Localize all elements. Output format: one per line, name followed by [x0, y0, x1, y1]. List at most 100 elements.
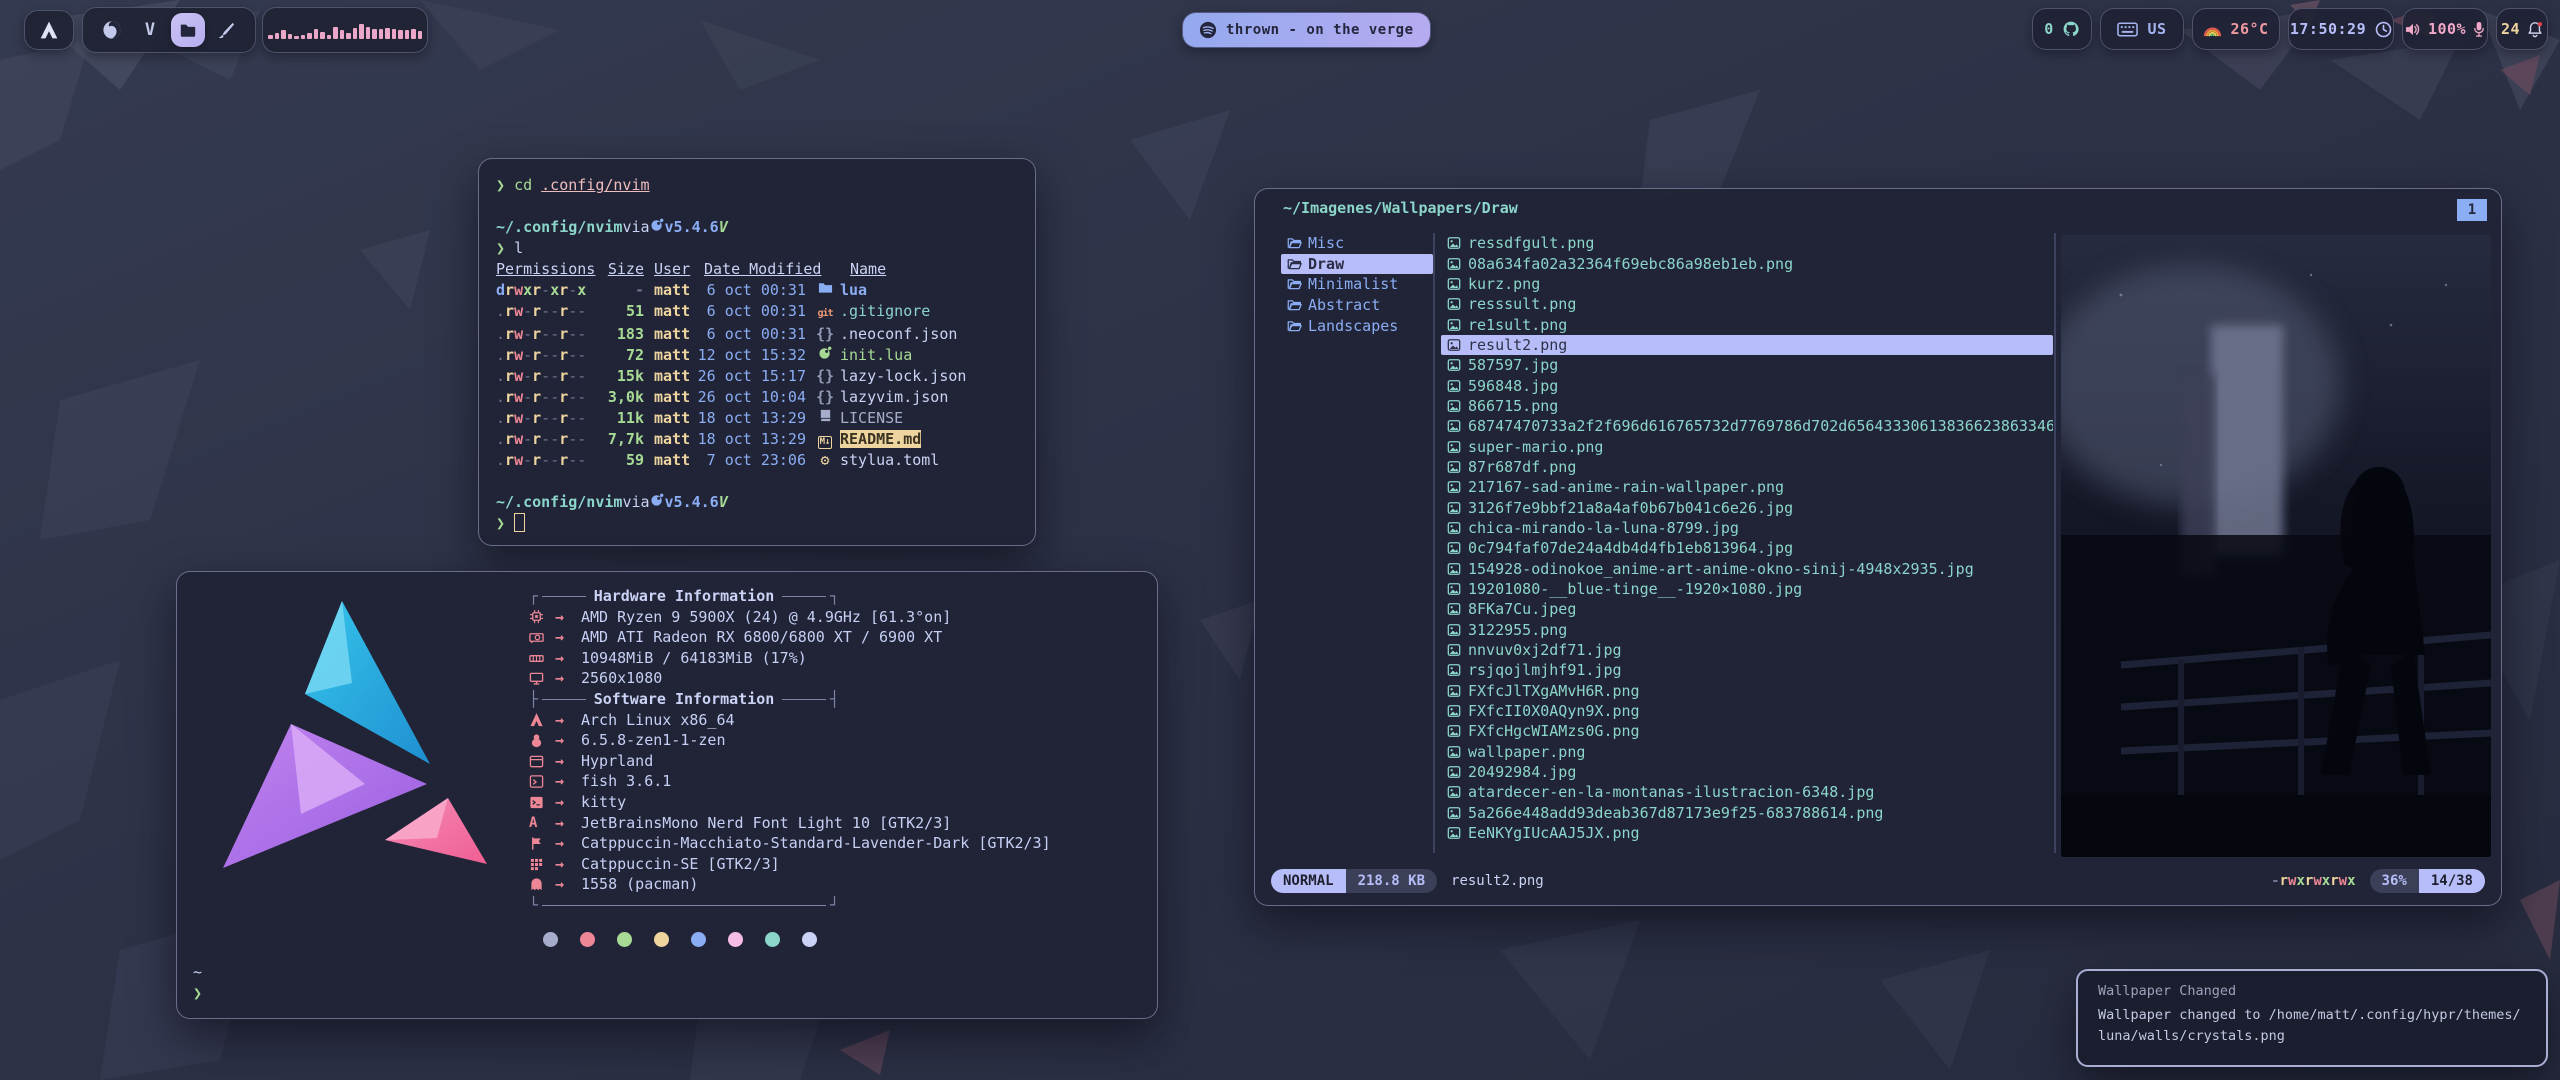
visualizer-bar [385, 28, 390, 39]
file-row[interactable]: 5a266e448add93deab367d87173e9f25-6837886… [1441, 803, 2053, 823]
file-row[interactable]: 19201080-__blue-tinge__-1920×1080.jpg [1441, 579, 2053, 599]
file-row[interactable]: 8FKa7Cu.jpeg [1441, 599, 2053, 619]
clock-widget[interactable]: 17:50:29 [2288, 8, 2394, 50]
kernel-tux-icon [529, 733, 544, 748]
file-row[interactable]: 154928-odinokoe_anime-art-anime-okno-sin… [1441, 559, 2053, 579]
lua-moon-icon [650, 492, 665, 507]
image-file-icon [1447, 623, 1461, 637]
file-row[interactable]: 3126f7e9bbf21a8a4af0b67b041c6e26.jpg [1441, 497, 2053, 517]
file-row[interactable]: nnvuv0xj2df71.jpg [1441, 640, 2053, 660]
file-name: .neoconf.json [840, 324, 957, 345]
file-name: LICENSE [840, 408, 903, 429]
file-name: README.md [840, 429, 921, 450]
sidebar-folder-draw[interactable]: Draw [1281, 254, 1433, 275]
notification-toast[interactable]: Wallpaper Changed Wallpaper changed to /… [2076, 969, 2548, 1067]
arch-linux-icon [529, 712, 544, 727]
image-file-icon [1447, 541, 1461, 555]
visualizer-bar [411, 29, 416, 39]
file-row[interactable]: FXfcHgcWIAMzs0G.png [1441, 721, 2053, 741]
file-row[interactable]: rsjqojlmjhf91.jpg [1441, 660, 2053, 680]
image-file-icon [1447, 358, 1461, 372]
image-file-icon [1447, 379, 1461, 393]
pane-divider [2054, 233, 2056, 853]
file-row[interactable]: 20492984.jpg [1441, 762, 2053, 782]
listing-header: PermissionsSizeUserDate ModifiedName [496, 259, 1025, 280]
image-file-icon [1447, 745, 1461, 759]
sidebar-folder-landscapes[interactable]: Landscapes [1281, 315, 1433, 336]
visualizer-bar [366, 27, 371, 39]
file-name: 587597.jpg [1468, 356, 1558, 374]
notifications-widget[interactable]: 24 [2496, 8, 2548, 50]
clock-time: 17:50:29 [2290, 20, 2366, 38]
file-row[interactable]: 08a634fa02a32364f69ebc86a98eb1eb.png [1441, 253, 2053, 273]
file-name: result2.png [1468, 336, 1567, 354]
music-player-widget[interactable]: thrown - on the verge [1182, 12, 1431, 48]
file-name: EeNKYgIUcAAJ5JX.png [1468, 824, 1640, 842]
file-name: 08a634fa02a32364f69ebc86a98eb1eb.png [1468, 255, 1793, 273]
image-file-icon [1447, 826, 1461, 840]
info-row: →Arch Linux x86_64 [529, 710, 1051, 731]
file-row[interactable]: resssult.png [1441, 294, 2053, 314]
file-name: 3122955.png [1468, 621, 1567, 639]
speaker-icon [2405, 22, 2421, 37]
info-row: →2560x1080 [529, 668, 1051, 689]
status-bar: NORMAL 218.8 KB result2.png -rwxrwxrwx 3… [1255, 869, 2501, 893]
audio-widget[interactable]: 100% [2402, 8, 2488, 50]
github-count: 0 [2044, 20, 2054, 38]
info-value: Arch Linux x86_64 [581, 710, 735, 731]
unread-dot [2538, 22, 2542, 26]
file-row[interactable]: wallpaper.png [1441, 742, 2053, 762]
file-row[interactable]: re1sult.png [1441, 314, 2053, 334]
workspace-firefox[interactable] [95, 13, 129, 47]
file-row[interactable]: atardecer-en-la-montanas-ilustracion-634… [1441, 782, 2053, 802]
file-row[interactable]: 0c794faf07de24a4db4d4fb1eb813964.jpg [1441, 538, 2053, 558]
file-name: lazy-lock.json [840, 366, 966, 387]
shell-prompt[interactable]: ❯ [193, 984, 202, 1002]
sidebar-folder-minimalist[interactable]: Minimalist [1281, 274, 1433, 295]
workspace-files-active[interactable] [171, 13, 205, 47]
pane-divider [1433, 233, 1435, 853]
file-name: kurz.png [1468, 275, 1540, 293]
file-row[interactable]: ressdfgult.png [1441, 233, 2053, 253]
file-row[interactable]: chica-mirando-la-luna-8799.jpg [1441, 518, 2053, 538]
open-folder-icon [1287, 298, 1302, 312]
file-row[interactable]: 87r687df.png [1441, 457, 2053, 477]
file-row[interactable]: 596848.jpg [1441, 375, 2053, 395]
icons-grid-icon [529, 857, 544, 872]
keyboard-layout-widget[interactable]: US [2100, 8, 2184, 50]
workspace-paint[interactable] [209, 13, 243, 47]
sidebar-folder-misc[interactable]: Misc [1281, 233, 1433, 254]
workspace-neovim[interactable]: V [133, 13, 167, 47]
file-row[interactable]: 68747470733a2f2f696d616765732d7769786d70… [1441, 416, 2053, 436]
file-row[interactable]: result2.png [1441, 335, 2053, 355]
listing-row: .rw-r--r--3,0kmatt26 oct 10:04{}lazyvim.… [496, 387, 1025, 408]
file-row[interactable]: FXfcJlTXgAMvH6R.png [1441, 681, 2053, 701]
github-widget[interactable]: 0 [2032, 8, 2092, 50]
file-row[interactable]: EeNKYgIUcAAJ5JX.png [1441, 823, 2053, 843]
terminal-input-line[interactable]: ❯ [496, 513, 1025, 534]
file-row[interactable]: super-mario.png [1441, 436, 2053, 456]
file-row[interactable]: FXfcII0X0AQyn9X.png [1441, 701, 2053, 721]
app-launcher-button[interactable] [24, 10, 74, 50]
file-row[interactable]: kurz.png [1441, 274, 2053, 294]
listing-row: drwxr-xr-x-matt6 oct 00:31lua [496, 280, 1025, 301]
file-name: FXfcJlTXgAMvH6R.png [1468, 682, 1640, 700]
display-icon [529, 671, 544, 686]
clock-icon [2375, 21, 2392, 38]
sidebar-folder-abstract[interactable]: Abstract [1281, 295, 1433, 316]
preview-pane [2061, 235, 2491, 857]
weather-widget[interactable]: 26°C [2192, 8, 2280, 50]
crystal-triangles-logo [205, 588, 505, 904]
palette-dot [728, 932, 743, 947]
file-row[interactable]: 3122955.png [1441, 620, 2053, 640]
listing-row: .rw-r--r--11kmatt18 oct 13:29LICENSE [496, 408, 1025, 429]
workspace-switcher: V [82, 7, 256, 53]
folder-name: Misc [1308, 234, 1344, 252]
file-row[interactable]: 866715.png [1441, 396, 2053, 416]
pacman-ghost-icon [529, 877, 544, 892]
file-row[interactable]: 587597.jpg [1441, 355, 2053, 375]
cursor-position: 14/38 [2419, 869, 2485, 893]
file-row[interactable]: 217167-sad-anime-rain-wallpaper.png [1441, 477, 2053, 497]
file-list: ressdfgult.png 08a634fa02a32364f69ebc86a9… [1441, 233, 2053, 843]
palette-dot [580, 932, 595, 947]
